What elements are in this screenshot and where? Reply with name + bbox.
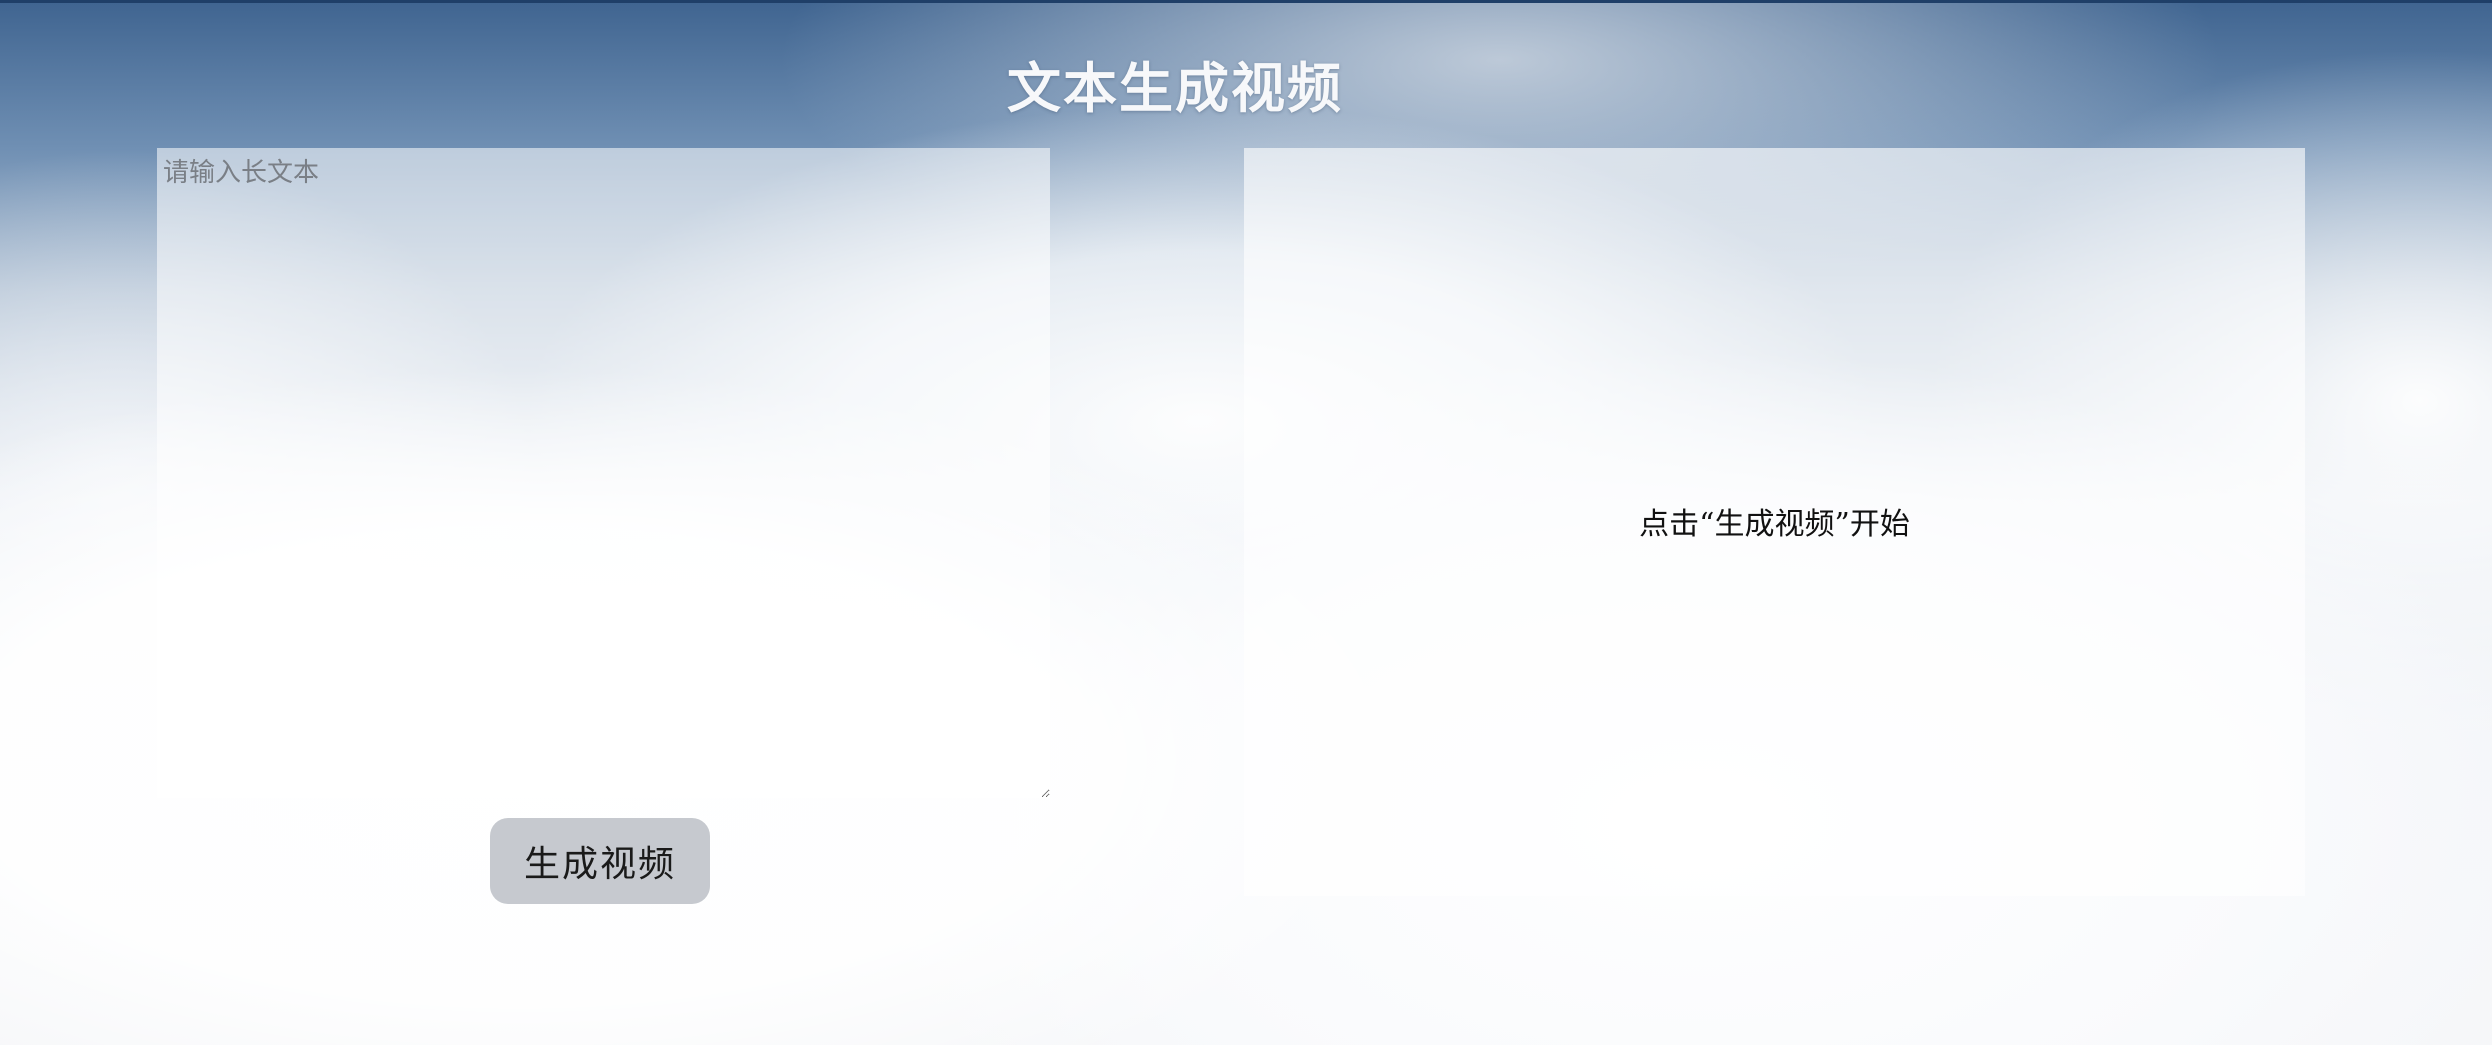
long-text-input[interactable] [157, 148, 1050, 798]
output-hint-text: 点击“生成视频”开始 [1639, 506, 1910, 542]
top-border [0, 0, 2492, 3]
video-output-panel: 点击“生成视频”开始 [1244, 148, 2305, 896]
page-title: 文本生成视频 [1007, 56, 1343, 120]
generate-video-button[interactable]: 生成视频 [490, 818, 710, 904]
